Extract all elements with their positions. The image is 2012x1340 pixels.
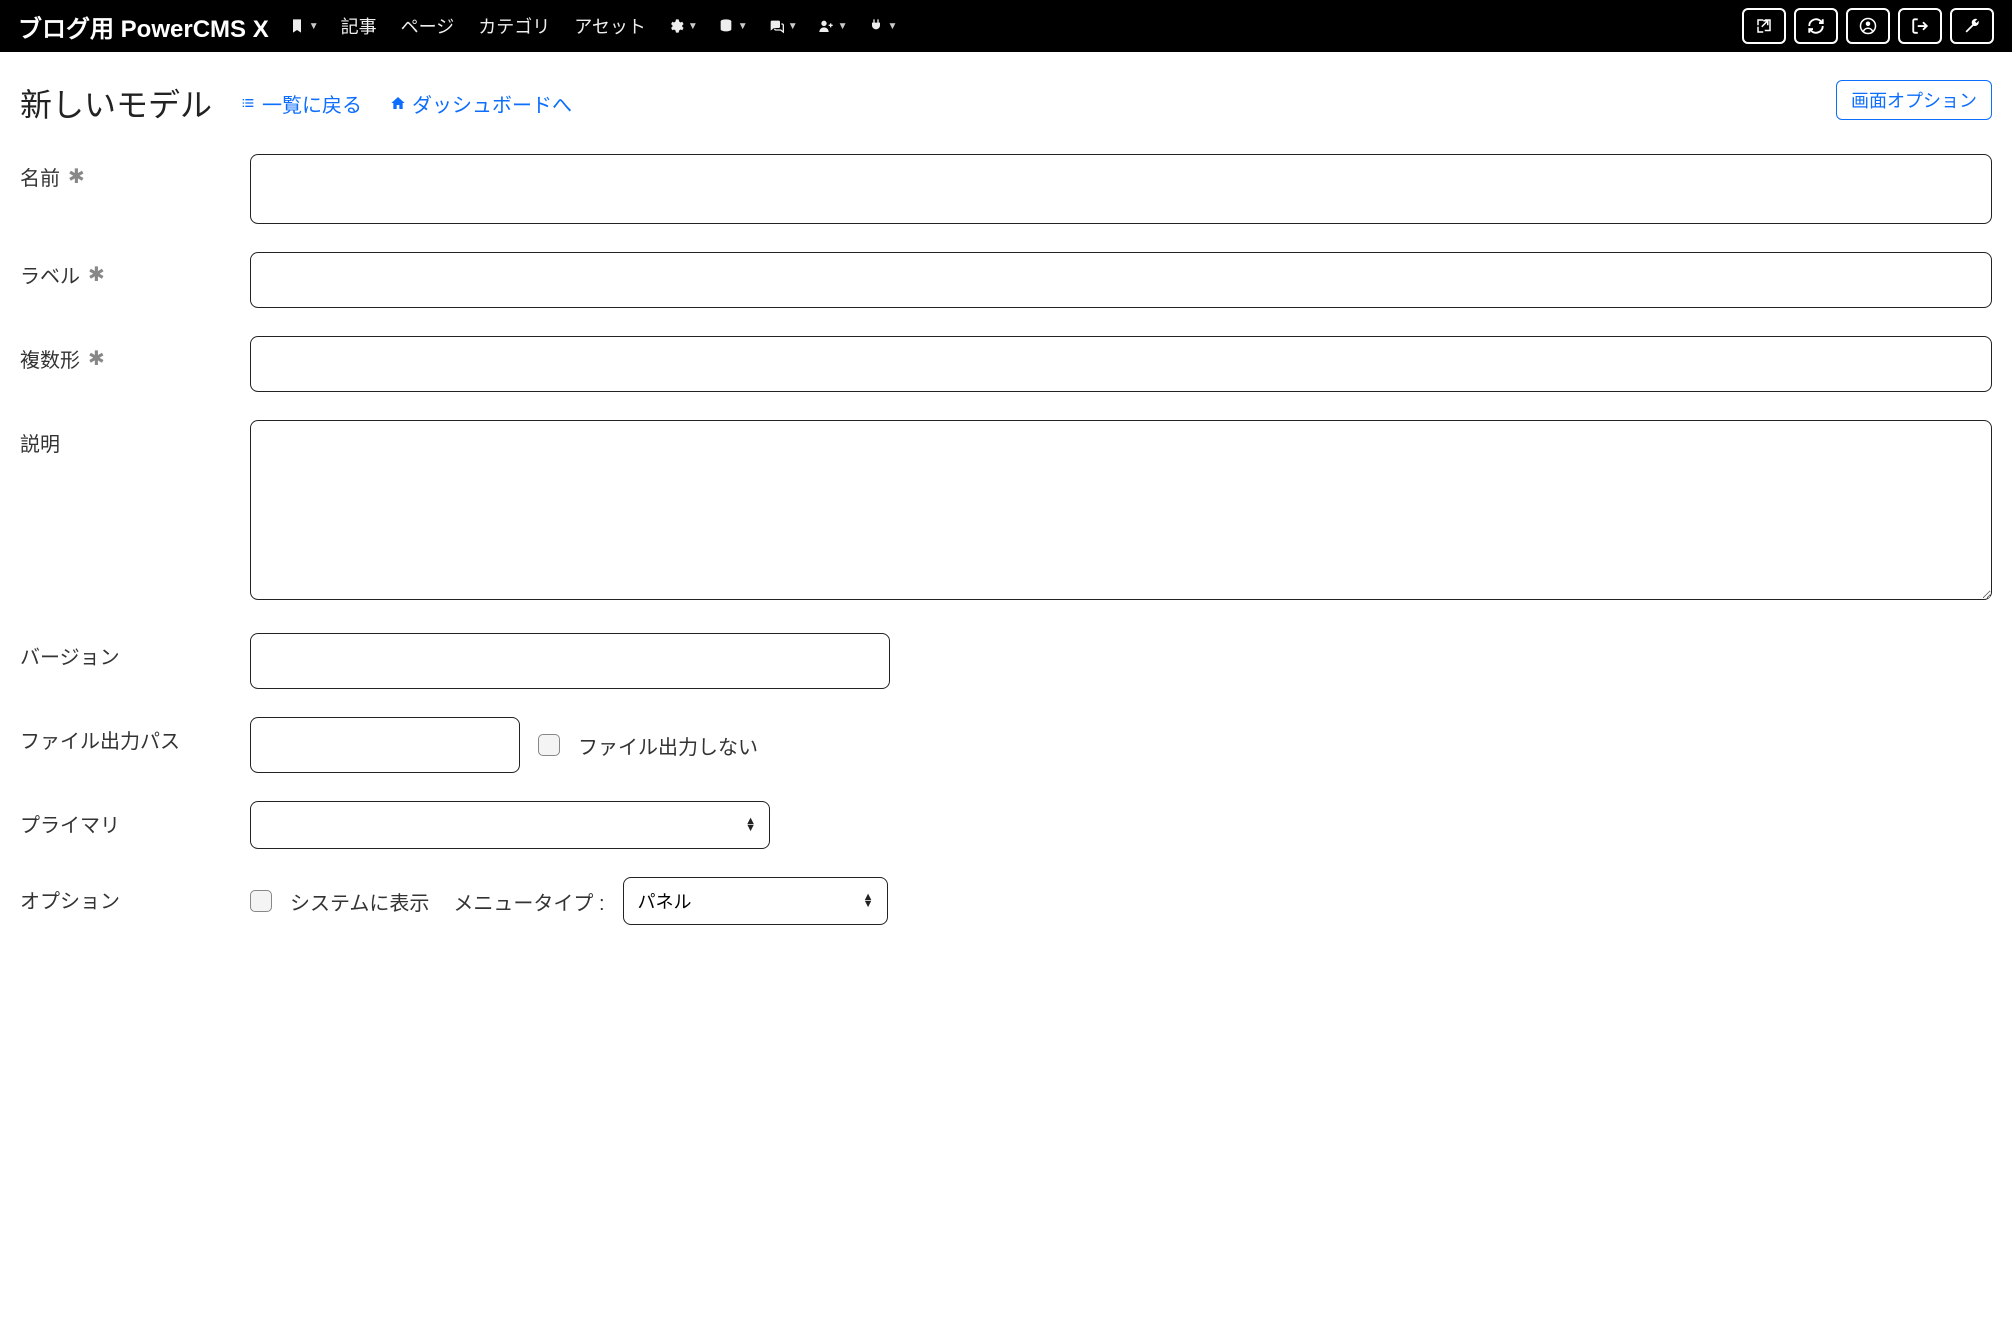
nav-users-dropdown[interactable]: ▼: [812, 12, 854, 40]
logout-button[interactable]: [1898, 8, 1942, 44]
navbar-right: [1742, 8, 1994, 44]
label-label-text: ラベル: [20, 260, 80, 289]
nav-item-pages[interactable]: ページ: [393, 7, 463, 45]
row-description: 説明: [20, 420, 1992, 605]
name-input[interactable]: [250, 154, 1992, 224]
user-plus-icon: [818, 18, 834, 34]
version-input[interactable]: [250, 633, 890, 689]
show-in-system-label: システムに表示: [290, 887, 429, 916]
nav-database-dropdown[interactable]: ▼: [712, 12, 754, 40]
gear-icon: [668, 18, 684, 34]
nav-settings-dropdown[interactable]: ▼: [662, 12, 704, 40]
no-output-label: ファイル出力しない: [578, 731, 758, 760]
label-primary-text: プライマリ: [20, 809, 120, 838]
row-name: 名前 ✱: [20, 154, 1992, 224]
navbar-left: ブログ用 PowerCMS X ▼ 記事 ページ カテゴリ アセット ▼ ▼ ▼…: [18, 7, 903, 45]
caret-down-icon: ▼: [688, 21, 698, 32]
description-textarea[interactable]: [250, 420, 1992, 600]
comments-icon: [768, 18, 784, 34]
tools-button[interactable]: [1950, 8, 1994, 44]
nav-plugins-dropdown[interactable]: ▼: [862, 12, 904, 40]
primary-select[interactable]: [250, 801, 770, 849]
nav-item-categories[interactable]: カテゴリ: [470, 7, 558, 45]
user-circle-icon: [1859, 17, 1877, 35]
plug-icon: [868, 18, 884, 34]
list-icon: [240, 95, 256, 111]
label-output-path: ファイル出力パス: [20, 717, 250, 754]
page-title: 新しいモデル: [20, 80, 212, 126]
nav-bookmarks-dropdown[interactable]: ▼: [283, 12, 325, 40]
brand-title[interactable]: ブログ用 PowerCMS X: [18, 9, 269, 44]
row-label: ラベル ✱: [20, 252, 1992, 308]
label-plural: 複数形 ✱: [20, 336, 250, 373]
required-icon: ✱: [88, 346, 105, 371]
screen-options-button[interactable]: 画面オプション: [1836, 80, 1992, 120]
row-plural: 複数形 ✱: [20, 336, 1992, 392]
profile-button[interactable]: [1846, 8, 1890, 44]
label-plural-text: 複数形: [20, 344, 80, 373]
label-primary: プライマリ: [20, 801, 250, 838]
output-path-input[interactable]: [250, 717, 520, 773]
dashboard-link-label: ダッシュボードへ: [412, 89, 572, 118]
dashboard-link[interactable]: ダッシュボードへ: [390, 89, 572, 118]
open-site-button[interactable]: [1742, 8, 1786, 44]
back-to-list-label: 一覧に戻る: [262, 89, 362, 118]
label-input[interactable]: [250, 252, 1992, 308]
label-name: 名前 ✱: [20, 154, 250, 191]
external-link-icon: [1755, 17, 1773, 35]
required-icon: ✱: [68, 164, 85, 189]
label-options: オプション: [20, 877, 250, 914]
caret-down-icon: ▼: [838, 21, 848, 32]
menu-type-select[interactable]: パネル: [623, 877, 888, 925]
label-name-text: 名前: [20, 162, 60, 191]
label-version-text: バージョン: [20, 641, 120, 670]
back-to-list-link[interactable]: 一覧に戻る: [240, 89, 362, 118]
label-label: ラベル ✱: [20, 252, 250, 289]
caret-down-icon: ▼: [888, 21, 898, 32]
top-navbar: ブログ用 PowerCMS X ▼ 記事 ページ カテゴリ アセット ▼ ▼ ▼…: [0, 0, 2012, 52]
no-output-checkbox[interactable]: [538, 734, 560, 756]
row-output-path: ファイル出力パス ファイル出力しない: [20, 717, 1992, 773]
wrench-icon: [1963, 17, 1981, 35]
sign-out-icon: [1911, 17, 1929, 35]
nav-item-assets[interactable]: アセット: [566, 7, 654, 45]
label-description: 説明: [20, 420, 250, 457]
caret-down-icon: ▼: [788, 21, 798, 32]
bookmark-icon: [289, 18, 305, 34]
menu-type-label: メニュータイプ :: [453, 887, 604, 916]
nav-item-entries[interactable]: 記事: [333, 7, 385, 45]
show-in-system-checkbox[interactable]: [250, 890, 272, 912]
rebuild-button[interactable]: [1794, 8, 1838, 44]
plural-input[interactable]: [250, 336, 1992, 392]
refresh-icon: [1807, 17, 1825, 35]
label-options-text: オプション: [20, 885, 120, 914]
database-icon: [718, 18, 734, 34]
row-version: バージョン: [20, 633, 1992, 689]
row-primary: プライマリ ▲▼: [20, 801, 1992, 849]
caret-down-icon: ▼: [738, 21, 748, 32]
home-icon: [390, 95, 406, 111]
label-version: バージョン: [20, 633, 250, 670]
page-header: 新しいモデル 一覧に戻る ダッシュボードへ 画面オプション: [20, 80, 1992, 126]
required-icon: ✱: [88, 262, 105, 287]
caret-down-icon: ▼: [309, 21, 319, 32]
nav-comments-dropdown[interactable]: ▼: [762, 12, 804, 40]
label-output-path-text: ファイル出力パス: [20, 725, 180, 754]
row-options: オプション システムに表示 メニュータイプ : パネル ▲▼: [20, 877, 1992, 925]
page-container: 新しいモデル 一覧に戻る ダッシュボードへ 画面オプション 名前 ✱ ラベル ✱: [0, 52, 2012, 965]
label-description-text: 説明: [20, 428, 60, 457]
